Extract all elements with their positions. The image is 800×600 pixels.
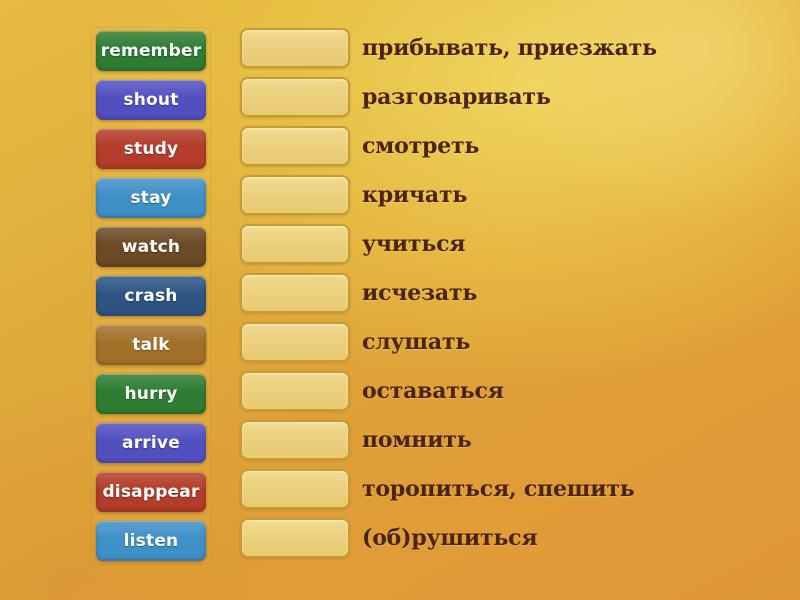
word-tile-label: listen [123, 531, 179, 551]
drop-zone-7[interactable] [240, 322, 350, 362]
word-tile-label: stay [130, 188, 172, 208]
word-tile-talk[interactable]: talk [96, 325, 206, 365]
word-tile-label: hurry [124, 384, 178, 404]
drop-zone-column [240, 28, 350, 558]
translation-text: помнить [362, 427, 472, 453]
word-tile-label: talk [132, 335, 170, 355]
translation-text: учиться [362, 231, 466, 257]
word-tile-watch[interactable]: watch [96, 227, 206, 267]
word-tile-hurry[interactable]: hurry [96, 374, 206, 414]
drop-zone-2[interactable] [240, 77, 350, 117]
word-tile-label: shout [123, 90, 179, 110]
word-tile-label: crash [124, 286, 178, 306]
word-tile-arrive[interactable]: arrive [96, 423, 206, 463]
word-tile-column: remember shout study stay watch crash talk hurr… [92, 28, 210, 564]
word-tile-remember[interactable]: remember [96, 31, 206, 71]
drop-zone-6[interactable] [240, 273, 350, 313]
drop-zone-9[interactable] [240, 420, 350, 460]
match-up-board: remember shout study stay watch crash talk hurr… [0, 0, 800, 600]
activity-stage: remember shout study stay watch crash talk hurr… [0, 0, 800, 600]
translation-text: (об)рушиться [362, 525, 538, 551]
translation-text: смотреть [362, 133, 480, 159]
word-tile-label: disappear [102, 482, 200, 502]
translation-text: прибывать, приезжать [362, 35, 657, 61]
word-tile-label: watch [121, 237, 181, 257]
translation-column: прибывать, приезжать разговаривать смотрет… [362, 28, 792, 558]
word-tile-crash[interactable]: crash [96, 276, 206, 316]
drop-zone-10[interactable] [240, 469, 350, 509]
word-tile-label: study [123, 139, 179, 159]
drop-zone-3[interactable] [240, 126, 350, 166]
drop-zone-11[interactable] [240, 518, 350, 558]
drop-zone-4[interactable] [240, 175, 350, 215]
translation-text: слушать [362, 329, 471, 355]
translation-text: торопиться, спешить [362, 476, 635, 502]
translation-text: исчезать [362, 280, 478, 306]
translation-text: оставаться [362, 378, 504, 404]
drop-zone-8[interactable] [240, 371, 350, 411]
translation-text: кричать [362, 182, 468, 208]
word-tile-study[interactable]: study [96, 129, 206, 169]
word-tile-stay[interactable]: stay [96, 178, 206, 218]
word-tile-disappear[interactable]: disappear [96, 472, 206, 512]
translation-text: разговаривать [362, 84, 551, 110]
word-tile-shout[interactable]: shout [96, 80, 206, 120]
drop-zone-5[interactable] [240, 224, 350, 264]
drop-zone-1[interactable] [240, 28, 350, 68]
word-tile-listen[interactable]: listen [96, 521, 206, 561]
word-tile-label: arrive [122, 433, 180, 453]
word-tile-label: remember [100, 41, 202, 61]
